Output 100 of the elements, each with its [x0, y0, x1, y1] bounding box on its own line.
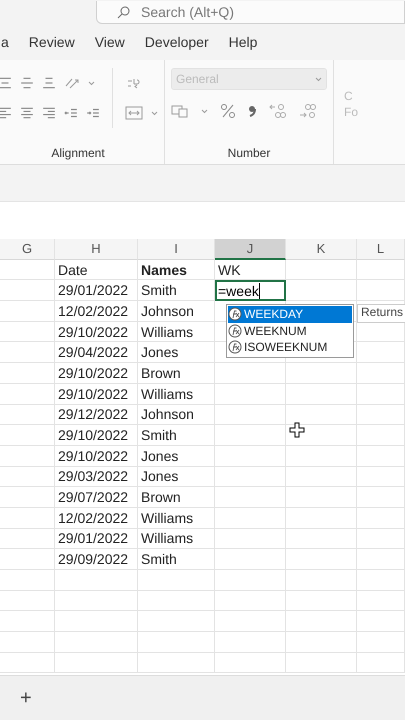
increase-indent-icon[interactable]	[86, 106, 100, 120]
table-cell: Williams	[138, 508, 215, 529]
table-cell	[357, 260, 405, 280]
table-cell	[215, 652, 286, 674]
table-cell: 29/01/2022	[55, 528, 138, 550]
table-cell	[0, 590, 55, 612]
table-cell	[357, 384, 405, 404]
table-cell	[357, 652, 405, 674]
table-cell: Names	[138, 260, 215, 280]
align-right-icon[interactable]	[42, 106, 56, 120]
text-orientation-icon[interactable]	[64, 76, 80, 90]
menu-tab[interactable]: View	[94, 34, 125, 50]
table-cell	[0, 652, 55, 674]
group-label: Alignment	[50, 146, 106, 160]
caret-icon[interactable]	[201, 108, 208, 114]
caret-icon[interactable]	[88, 80, 95, 86]
table-cell	[357, 570, 405, 591]
table-cell: Williams	[138, 322, 215, 342]
menu-tab[interactable]: Developer	[144, 34, 209, 50]
menu-tab[interactable]: a	[1, 34, 9, 50]
decrease-indent-icon[interactable]	[64, 106, 78, 120]
column-header[interactable]: K	[286, 239, 357, 260]
merge-cells-icon[interactable]	[125, 106, 143, 120]
caret-icon[interactable]	[315, 76, 322, 82]
table-cell	[357, 528, 405, 550]
table-cell	[286, 549, 357, 570]
function-tooltip: Returns	[357, 304, 405, 323]
column-header[interactable]: H	[55, 239, 138, 260]
table-cell	[357, 363, 405, 384]
table-cell: 29/04/2022	[55, 342, 138, 364]
table-cell	[215, 632, 286, 653]
table-cell: Brown	[138, 487, 215, 508]
table-cell	[286, 570, 357, 591]
table-cell: Brown	[138, 363, 215, 384]
column-header[interactable]: G	[0, 239, 55, 260]
table-cell: Smith	[138, 549, 215, 570]
align-middle-icon[interactable]	[20, 76, 34, 90]
table-cell	[357, 487, 405, 508]
table-cell: 12/02/2022	[55, 508, 138, 529]
table-cell	[357, 549, 405, 570]
table-cell: 29/10/2022	[55, 363, 138, 384]
autocomplete-item[interactable]: ISOWEEKNUM	[228, 339, 352, 356]
add-sheet-button[interactable]: +	[18, 686, 34, 710]
table-cell: Jones	[138, 466, 215, 488]
table-cell	[286, 611, 357, 632]
comma-style-icon[interactable]	[248, 105, 256, 117]
autocomplete-item[interactable]: WEEKDAY	[228, 306, 352, 322]
table-cell	[357, 590, 405, 612]
table-cell	[286, 528, 357, 550]
table-cell	[0, 611, 55, 632]
column-header[interactable]: J	[215, 239, 286, 260]
table-cell	[0, 446, 55, 467]
active-cell-input[interactable]: =week	[215, 280, 286, 302]
decrease-decimal-icon[interactable]	[298, 103, 316, 119]
table-cell	[357, 280, 405, 302]
table-cell: 29/09/2022	[55, 549, 138, 570]
table-cell	[0, 466, 55, 488]
increase-decimal-icon[interactable]	[268, 103, 286, 119]
table-cell: Jones	[138, 446, 215, 467]
table-cell: Smith	[138, 425, 215, 446]
align-center-icon[interactable]	[20, 106, 34, 120]
align-bottom-icon[interactable]	[42, 76, 56, 90]
table-cell	[0, 549, 55, 570]
table-cell	[0, 528, 55, 550]
percent-icon[interactable]	[220, 103, 236, 119]
table-cell: 29/12/2022	[55, 404, 138, 426]
caret-icon[interactable]	[151, 110, 158, 116]
column-header[interactable]: L	[357, 239, 405, 260]
cell-cursor-icon	[289, 422, 305, 438]
table-cell	[0, 301, 55, 322]
table-cell	[215, 611, 286, 632]
table-cell: Williams	[138, 384, 215, 404]
table-cell	[286, 632, 357, 653]
table-cell	[357, 466, 405, 488]
table-cell: 29/10/2022	[55, 446, 138, 467]
table-cell	[286, 590, 357, 612]
column-header[interactable]: I	[138, 239, 215, 260]
table-cell	[215, 570, 286, 591]
menu-tab[interactable]: Help	[228, 34, 258, 50]
table-cell: Date	[55, 260, 138, 280]
table-cell: 29/10/2022	[55, 425, 138, 446]
search-field[interactable]: Search (Alt+Q)	[96, 1, 405, 24]
align-left-icon[interactable]	[0, 106, 12, 120]
table-cell	[0, 487, 55, 508]
table-cell	[0, 260, 55, 280]
table-cell: 29/01/2022	[55, 280, 138, 302]
table-cell	[357, 425, 405, 446]
table-cell	[0, 508, 55, 529]
menu-tab[interactable]: Review	[28, 34, 75, 50]
table-cell	[286, 508, 357, 529]
accounting-format-icon[interactable]	[171, 104, 189, 118]
table-cell	[286, 260, 357, 280]
table-cell	[0, 384, 55, 404]
table-cell	[357, 446, 405, 467]
autocomplete-item[interactable]: WEEKNUM	[228, 322, 352, 339]
group-label: Number	[226, 146, 272, 160]
search-icon	[117, 5, 131, 19]
table-cell: 29/10/2022	[55, 384, 138, 404]
align-top-icon[interactable]	[0, 76, 12, 90]
table-cell: Williams	[138, 528, 215, 550]
